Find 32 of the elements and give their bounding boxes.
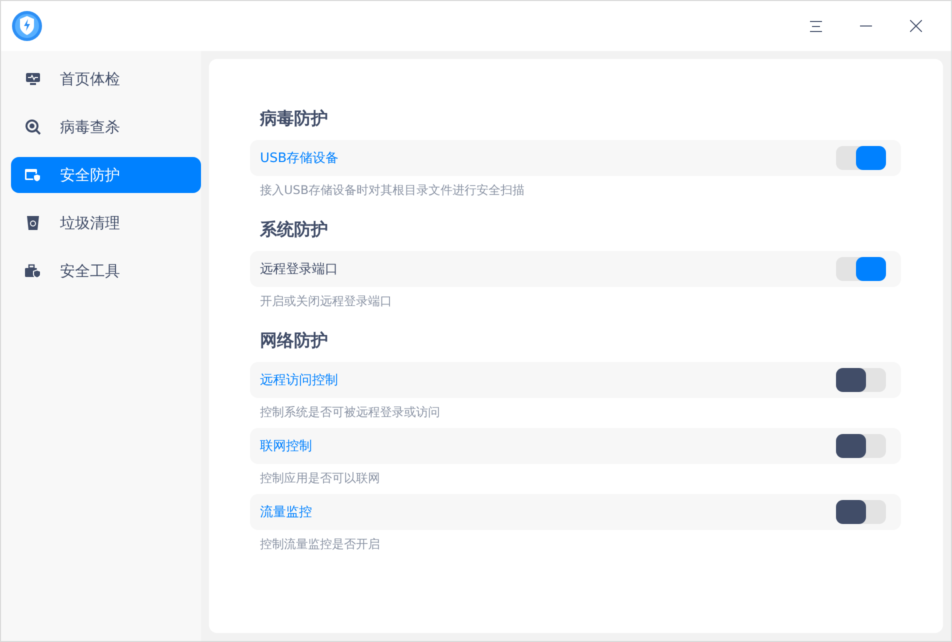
setting-description: 控制应用是否可以联网 [260, 470, 381, 486]
setting-description: 接入USB存储设备时对其根目录文件进行安全扫描 [260, 182, 526, 198]
setting-description: 控制系统是否可被远程登录或访问 [260, 404, 441, 420]
section-heading: 网络防护 [260, 330, 329, 353]
setting-description: 控制流量监控是否开启 [260, 536, 381, 552]
minimize-icon[interactable] [860, 25, 872, 27]
window-shield-icon [25, 168, 41, 182]
toggle-switch[interactable] [836, 434, 886, 458]
toolbox-icon [25, 264, 41, 278]
section-heading: 病毒防护 [260, 108, 329, 131]
monitor-icon [25, 72, 41, 86]
setting-label: 远程访问控制 [260, 372, 339, 389]
menu-icon[interactable] [810, 20, 822, 32]
sidebar-item[interactable]: 安全工具 [11, 253, 201, 289]
toggle-switch[interactable] [836, 368, 886, 392]
toggle-switch[interactable] [836, 146, 886, 170]
toggle-switch[interactable] [836, 257, 886, 281]
toggle-switch[interactable] [836, 500, 886, 524]
sidebar-item[interactable]: 首页体检 [11, 61, 201, 97]
section-heading: 系统防护 [260, 219, 329, 242]
setting-label: 远程登录端口 [260, 261, 339, 278]
trash-bin-icon [26, 215, 40, 231]
magnifier-icon [25, 119, 41, 135]
app-logo-icon [11, 10, 43, 42]
setting-description: 开启或关闭远程登录端口 [260, 293, 393, 309]
sidebar-item[interactable]: 病毒查杀 [11, 109, 201, 145]
setting-label: USB存储设备 [260, 150, 340, 167]
sidebar-item[interactable]: 垃圾清理 [11, 205, 201, 241]
close-icon[interactable] [910, 20, 922, 32]
setting-label: 流量监控 [260, 504, 313, 521]
sidebar-item[interactable]: 安全防护 [11, 157, 201, 193]
setting-label: 联网控制 [260, 438, 313, 455]
